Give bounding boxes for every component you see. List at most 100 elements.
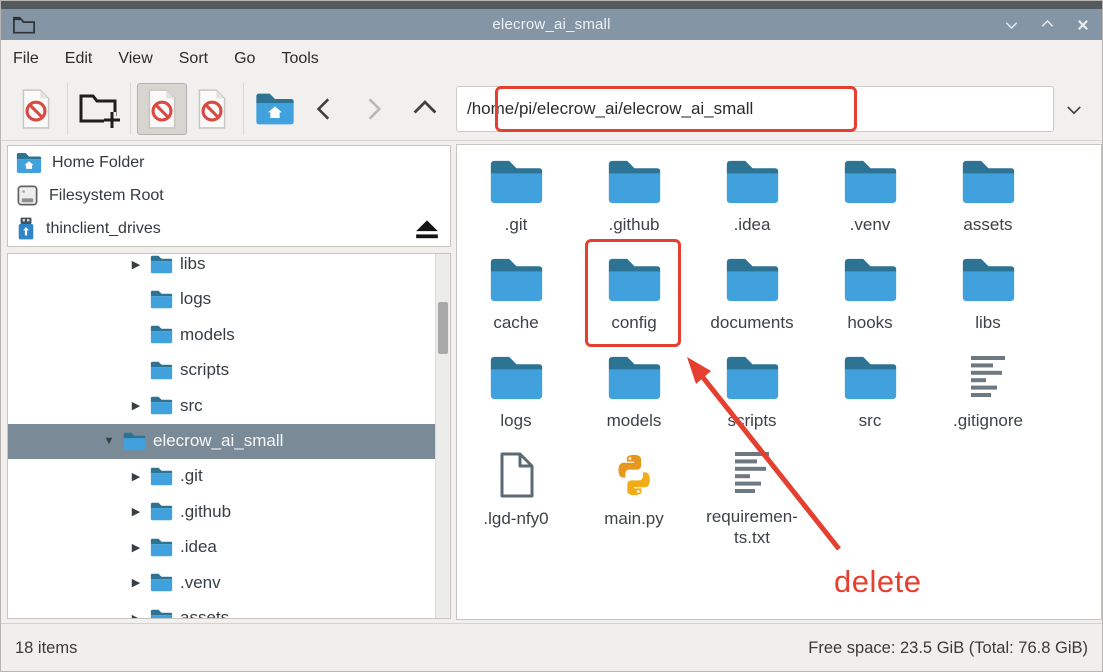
file-item-gitignore[interactable]: .gitignore bbox=[929, 351, 1047, 449]
expander-right-icon[interactable]: ▶ bbox=[129, 258, 143, 271]
tree-item--git[interactable]: ▶ .git bbox=[8, 459, 435, 494]
tree-item-logs[interactable]: logs bbox=[8, 282, 435, 317]
file-label: main.py bbox=[604, 508, 664, 529]
file-label: .lgd-nfy0 bbox=[483, 508, 548, 529]
chevron-right-icon bbox=[361, 95, 389, 123]
folder-icon bbox=[489, 351, 544, 401]
tree-item-src[interactable]: ▶ src bbox=[8, 388, 435, 423]
minimize-button[interactable] bbox=[1002, 16, 1020, 34]
eject-button[interactable] bbox=[414, 217, 440, 241]
place-item-home-folder[interactable]: Home Folder bbox=[8, 146, 450, 179]
prohibited-file-icon bbox=[17, 88, 55, 130]
file-item-models[interactable]: models bbox=[575, 351, 693, 449]
tree-item-models[interactable]: models bbox=[8, 317, 435, 352]
tree-item-label: .venv bbox=[180, 573, 221, 593]
missing-icon-button[interactable] bbox=[11, 83, 61, 135]
chevron-left-icon bbox=[311, 95, 339, 123]
tree-item-libs[interactable]: ▶ libs bbox=[8, 253, 435, 282]
tree-scrollbar-thumb[interactable] bbox=[438, 302, 448, 354]
back-button[interactable] bbox=[300, 83, 350, 135]
expander-down-icon[interactable]: ▼ bbox=[102, 435, 116, 447]
expander-right-icon[interactable]: ▶ bbox=[129, 576, 143, 589]
file-item-config[interactable]: config bbox=[575, 253, 693, 351]
folder-icon bbox=[150, 502, 173, 521]
place-item-thinclient-drives[interactable]: thinclient_drives bbox=[8, 212, 450, 245]
file-label: .github bbox=[608, 214, 659, 235]
file-item-scripts[interactable]: scripts bbox=[693, 351, 811, 449]
close-button[interactable] bbox=[1074, 16, 1092, 34]
tree-scrollbar[interactable] bbox=[435, 254, 450, 618]
file-item-main-py[interactable]: main.py bbox=[575, 449, 693, 547]
file-item-venv[interactable]: .venv bbox=[811, 155, 929, 253]
menu-item-edit[interactable]: Edit bbox=[65, 50, 93, 68]
file-label: libs bbox=[975, 312, 1001, 333]
file-item-requiremen-ts-txt[interactable]: requiremen- ts.txt bbox=[693, 449, 811, 547]
file-item-cache[interactable]: cache bbox=[457, 253, 575, 351]
file-manager-window: elecrow_ai_small File Edit View Sort Go Tools bbox=[0, 0, 1103, 672]
menu-item-go[interactable]: Go bbox=[234, 50, 255, 68]
tree-item--venv[interactable]: ▶ .venv bbox=[8, 565, 435, 600]
tree-item--github[interactable]: ▶ .github bbox=[8, 494, 435, 529]
expander-right-icon[interactable]: ▶ bbox=[129, 470, 143, 483]
file-item-logs[interactable]: logs bbox=[457, 351, 575, 449]
folder-icon bbox=[150, 361, 173, 380]
toolbar-separator bbox=[67, 83, 68, 135]
menu-item-file[interactable]: File bbox=[13, 50, 39, 68]
new-folder-button[interactable] bbox=[74, 83, 124, 135]
item-count: 18 items bbox=[15, 639, 77, 658]
file-item-git[interactable]: .git bbox=[457, 155, 575, 253]
file-label: documents bbox=[710, 312, 793, 333]
menu-item-tools[interactable]: Tools bbox=[281, 50, 318, 68]
file-label: requiremen- ts.txt bbox=[706, 506, 798, 549]
folder-icon bbox=[150, 290, 173, 309]
file-item-src[interactable]: src bbox=[811, 351, 929, 449]
titlebar[interactable]: elecrow_ai_small bbox=[1, 9, 1102, 40]
toolbar-separator bbox=[243, 83, 244, 135]
place-item-filesystem-root[interactable]: Filesystem Root bbox=[8, 179, 450, 212]
expander-right-icon[interactable]: ▶ bbox=[129, 399, 143, 412]
window-title: elecrow_ai_small bbox=[1, 16, 1102, 33]
tree-item-label: models bbox=[180, 325, 235, 345]
place-label: thinclient_drives bbox=[46, 220, 161, 238]
tree-item-assets[interactable]: ▶ assets bbox=[8, 601, 435, 620]
blank-file-icon bbox=[496, 449, 536, 499]
folder-icon bbox=[843, 253, 898, 303]
file-list-panel[interactable]: .git .github .idea .venv assets cache co… bbox=[456, 144, 1102, 620]
file-label: config bbox=[611, 312, 656, 333]
tree-item--idea[interactable]: ▶ .idea bbox=[8, 530, 435, 565]
expander-right-icon[interactable]: ▶ bbox=[129, 505, 143, 518]
file-label: src bbox=[859, 410, 882, 431]
file-item-hooks[interactable]: hooks bbox=[811, 253, 929, 351]
folder-icon bbox=[150, 538, 173, 557]
chevron-up-icon bbox=[410, 94, 440, 124]
file-item-libs[interactable]: libs bbox=[929, 253, 1047, 351]
file-item-lgd-nfy0[interactable]: .lgd-nfy0 bbox=[457, 449, 575, 547]
menu-item-view[interactable]: View bbox=[118, 50, 152, 68]
expander-right-icon[interactable]: ▶ bbox=[129, 541, 143, 554]
toolbar bbox=[1, 77, 1102, 141]
folder-icon bbox=[150, 325, 173, 344]
file-item-github[interactable]: .github bbox=[575, 155, 693, 253]
menu-bar: File Edit View Sort Go Tools bbox=[1, 40, 1102, 77]
menu-item-sort[interactable]: Sort bbox=[179, 50, 208, 68]
missing-icon-button-2[interactable] bbox=[187, 83, 237, 135]
path-input[interactable] bbox=[456, 86, 1054, 132]
file-item-documents[interactable]: documents bbox=[693, 253, 811, 351]
up-button[interactable] bbox=[400, 83, 450, 135]
file-item-assets[interactable]: assets bbox=[929, 155, 1047, 253]
folder-icon bbox=[725, 155, 780, 205]
path-dropdown-button[interactable] bbox=[1054, 87, 1094, 131]
folder-icon bbox=[607, 253, 662, 303]
file-label: scripts bbox=[727, 410, 776, 431]
expander-right-icon[interactable]: ▶ bbox=[129, 612, 143, 620]
tree-item-scripts[interactable]: scripts bbox=[8, 353, 435, 388]
maximize-button[interactable] bbox=[1038, 16, 1056, 34]
file-item-idea[interactable]: .idea bbox=[693, 155, 811, 253]
places-panel: Home Folder Filesystem Root thinclient_d… bbox=[7, 145, 451, 247]
forward-button[interactable] bbox=[350, 83, 400, 135]
tree-item-label: assets bbox=[180, 608, 229, 619]
file-label: .git bbox=[505, 214, 528, 235]
missing-icon-toggle-button[interactable] bbox=[137, 83, 187, 135]
home-button[interactable] bbox=[250, 83, 300, 135]
tree-item-elecrow-ai-small[interactable]: ▼ elecrow_ai_small bbox=[8, 424, 435, 459]
